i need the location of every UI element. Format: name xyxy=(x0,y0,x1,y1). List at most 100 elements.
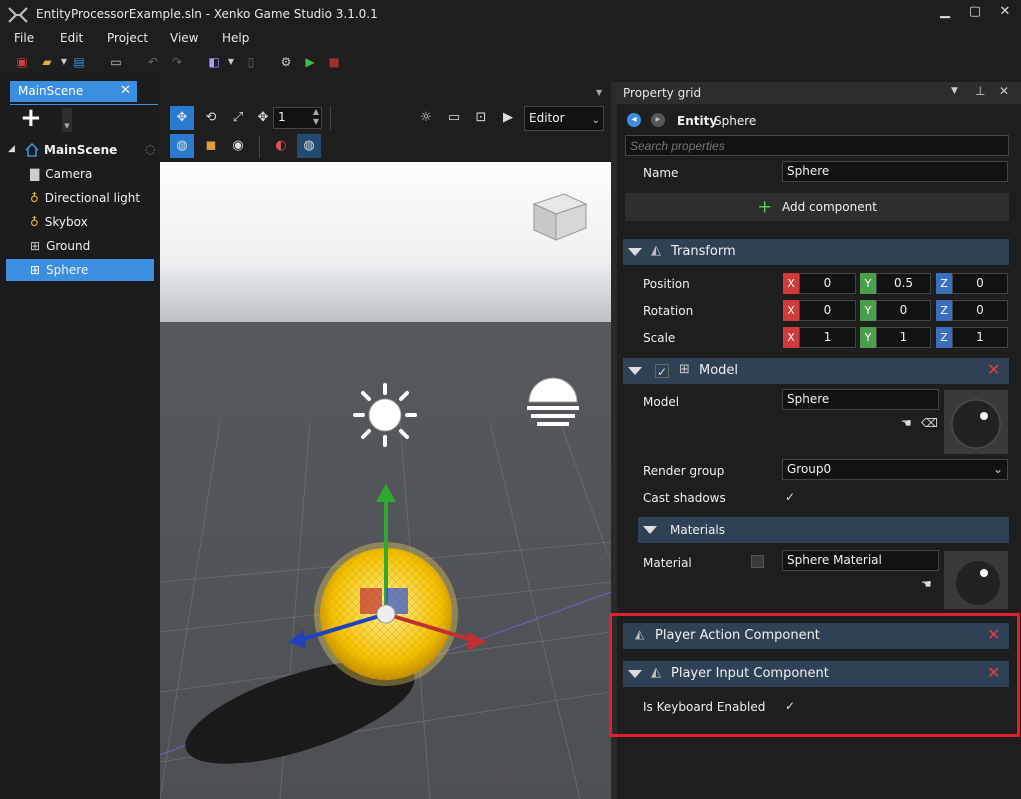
menu-help[interactable]: Help xyxy=(222,31,249,45)
add-dropdown-icon[interactable]: ▼ xyxy=(62,108,72,132)
viewport-canvas[interactable] xyxy=(160,162,611,799)
hand-pick-icon[interactable]: ☚ xyxy=(901,416,912,430)
collapse-icon[interactable] xyxy=(643,526,657,534)
object-space-icon[interactable]: ◼ xyxy=(199,134,223,158)
package-icon[interactable]: ▯ xyxy=(242,53,260,71)
build-icon[interactable]: ⚙ xyxy=(277,53,295,71)
rotate-gizmo-button[interactable]: ⟲ xyxy=(199,106,223,130)
undo-icon[interactable]: ↶ xyxy=(144,53,162,71)
eraser-icon[interactable]: ⌫ xyxy=(921,416,938,430)
camera-settings-icon[interactable]: ▶ xyxy=(496,106,520,130)
world-space-button[interactable]: ◍ xyxy=(170,134,194,158)
model-field[interactable]: Sphere xyxy=(782,389,939,410)
scale-gizmo-button[interactable]: ⤢ xyxy=(226,106,250,130)
transform-title: Transform xyxy=(671,244,736,259)
scale-x-input[interactable]: 1 xyxy=(799,327,856,348)
visual-studio-icon[interactable]: ◧ xyxy=(205,53,223,71)
pin-icon[interactable]: ⊥ xyxy=(975,84,985,98)
menu-file[interactable]: File xyxy=(14,31,34,45)
collapse-icon[interactable] xyxy=(628,248,642,256)
cast-shadows-checkbox[interactable]: ✓ xyxy=(783,490,797,504)
menu-view[interactable]: View xyxy=(170,31,198,45)
position-y-input[interactable]: 0.5 xyxy=(876,273,931,294)
add-component-label: Add component xyxy=(781,200,877,214)
menu-edit[interactable]: Edit xyxy=(60,31,83,45)
close-window-button[interactable]: ✕ xyxy=(993,4,1017,24)
scene-viewport[interactable] xyxy=(160,162,611,799)
navigation-globe-icon[interactable]: ◍ xyxy=(297,134,321,158)
play-icon[interactable]: ▶ xyxy=(301,53,319,71)
name-field[interactable]: Sphere xyxy=(782,161,1008,182)
add-component-button[interactable]: + Add component xyxy=(625,193,1009,221)
transform-section-header[interactable]: ◭ Transform xyxy=(623,239,1009,265)
back-arrow-icon[interactable]: ◂ xyxy=(627,113,641,127)
tree-item-camera[interactable]: ▇ Camera xyxy=(30,163,154,185)
search-properties-input[interactable] xyxy=(625,135,1009,156)
remove-model-icon[interactable]: ✕ xyxy=(987,360,1000,379)
sun-gizmo-icon[interactable] xyxy=(353,383,417,447)
camera-mode-select[interactable]: Editor ⌄ xyxy=(524,106,604,131)
new-window-icon[interactable]: ▭ xyxy=(107,53,125,71)
tree-item-sphere[interactable]: ⊞ Sphere xyxy=(6,259,154,281)
menu-project[interactable]: Project xyxy=(107,31,148,45)
minimize-button[interactable]: ▁ xyxy=(933,4,957,24)
model-enabled-checkbox[interactable]: ✓ xyxy=(655,364,669,379)
open-folder-icon[interactable]: ▰ xyxy=(38,53,56,71)
snap-value-input[interactable]: 1 ▲ ▼ xyxy=(273,107,322,129)
collapse-icon[interactable] xyxy=(628,367,642,375)
z-badge: Z xyxy=(936,300,952,321)
redo-icon[interactable]: ↷ xyxy=(168,53,186,71)
maximize-button[interactable]: ▢ xyxy=(963,4,987,24)
spin-up-icon[interactable]: ▲ xyxy=(313,107,319,116)
save-icon[interactable]: ▤ xyxy=(70,53,88,71)
model-section-header[interactable]: ✓ ⊞ Model ✕ xyxy=(623,358,1009,384)
tree-item-directional-light[interactable]: ♁ Directional light xyxy=(30,187,154,209)
scale-y-input[interactable]: 1 xyxy=(876,327,931,348)
rotation-x-input[interactable]: 0 xyxy=(799,300,856,321)
fit-view-icon[interactable]: ⊡ xyxy=(469,106,493,130)
spin-down-icon[interactable]: ▼ xyxy=(313,117,319,126)
z-badge: Z xyxy=(936,273,952,294)
panel-menu-icon[interactable]: ▼ xyxy=(951,86,958,96)
component-icon: ◭ xyxy=(651,243,661,258)
scene-link-icon[interactable]: ◌ xyxy=(145,142,155,156)
forward-arrow-icon[interactable]: ▸ xyxy=(651,113,665,127)
visibility-icon[interactable]: ◉ xyxy=(226,134,250,158)
material-field[interactable]: Sphere Material xyxy=(782,550,939,571)
vs-dropdown-icon[interactable]: ▼ xyxy=(222,53,240,71)
entity-icon: ⊞ xyxy=(30,239,41,253)
light-probe-icon[interactable]: ☼ xyxy=(414,106,438,130)
z-badge: Z xyxy=(936,327,952,348)
viewport-menu-icon[interactable]: ▼ xyxy=(596,88,602,97)
light-bulb-icon: ♁ xyxy=(30,191,39,205)
tree-item-skybox[interactable]: ♁ Skybox xyxy=(30,211,154,233)
snap-value: 1 xyxy=(278,110,286,124)
close-tab-icon[interactable]: ✕ xyxy=(120,83,131,98)
tree-item-ground[interactable]: ⊞ Ground xyxy=(30,235,154,257)
snap-translate-icon[interactable]: ✥ xyxy=(251,106,275,130)
render-mode-icon[interactable]: ◐ xyxy=(269,134,293,158)
materials-title: Materials xyxy=(670,523,726,537)
render-group-value: Group0 xyxy=(787,462,832,476)
y-badge: Y xyxy=(860,327,876,348)
render-group-select[interactable]: Group0 ⌄ xyxy=(782,459,1008,480)
tab-mainscene[interactable]: MainScene ✕ xyxy=(10,81,137,102)
add-entity-icon[interactable]: + xyxy=(20,105,44,132)
close-panel-icon[interactable]: ✕ xyxy=(999,84,1009,98)
position-x-input[interactable]: 0 xyxy=(799,273,856,294)
scale-z-input[interactable]: 1 xyxy=(952,327,1008,348)
close-solution-icon[interactable]: ▣ xyxy=(13,53,31,71)
rotation-y-input[interactable]: 0 xyxy=(876,300,931,321)
translate-gizmo-button[interactable]: ✥ xyxy=(170,106,194,130)
position-z-input[interactable]: 0 xyxy=(952,273,1008,294)
hand-pick-icon[interactable]: ☚ xyxy=(921,577,932,591)
material-checkbox[interactable] xyxy=(751,555,764,568)
rotation-z-input[interactable]: 0 xyxy=(952,300,1008,321)
materials-section-header[interactable]: Materials xyxy=(638,517,1009,543)
frame-icon[interactable]: ▭ xyxy=(442,106,466,130)
material-value: Sphere Material xyxy=(787,553,882,567)
expand-icon[interactable]: ◢ xyxy=(8,144,15,154)
scene-root-label: MainScene xyxy=(44,143,118,157)
scene-root[interactable]: ◢ MainScene xyxy=(0,138,158,162)
stop-icon[interactable]: ■ xyxy=(325,53,343,71)
